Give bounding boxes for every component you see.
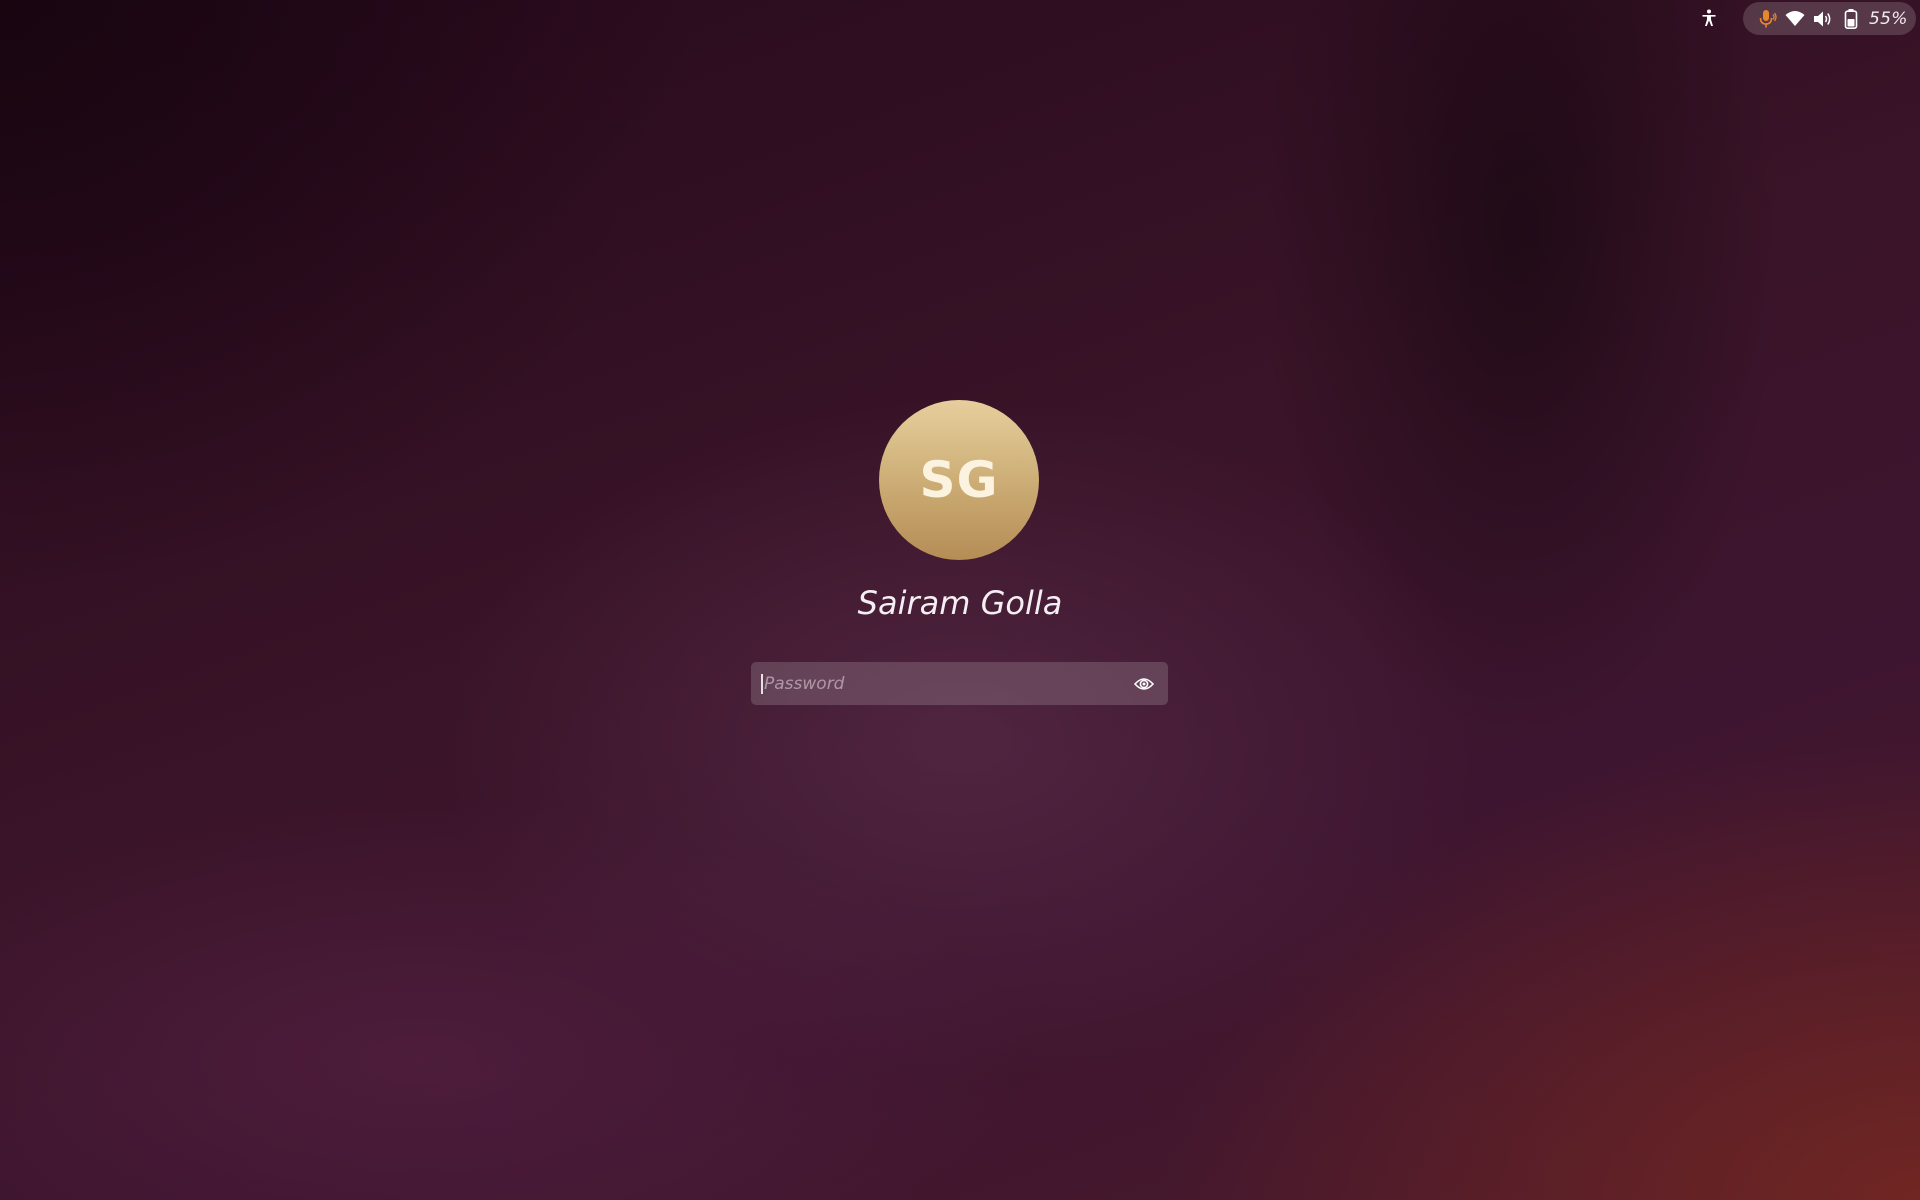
avatar-initials: SG xyxy=(919,451,999,509)
system-status-menu[interactable]: 55% xyxy=(1743,2,1916,35)
microphone-icon xyxy=(1753,6,1781,32)
volume-icon xyxy=(1809,6,1837,32)
password-field[interactable] xyxy=(751,662,1168,705)
password-input[interactable] xyxy=(764,662,1132,705)
user-avatar: SG xyxy=(879,400,1039,560)
text-cursor xyxy=(761,673,763,694)
eye-icon[interactable] xyxy=(1132,672,1156,696)
battery-icon xyxy=(1837,6,1865,32)
accessibility-icon[interactable] xyxy=(1694,7,1724,29)
user-name: Sairam Golla xyxy=(857,584,1063,622)
wifi-icon xyxy=(1781,6,1809,32)
battery-percentage: 55% xyxy=(1869,8,1908,29)
